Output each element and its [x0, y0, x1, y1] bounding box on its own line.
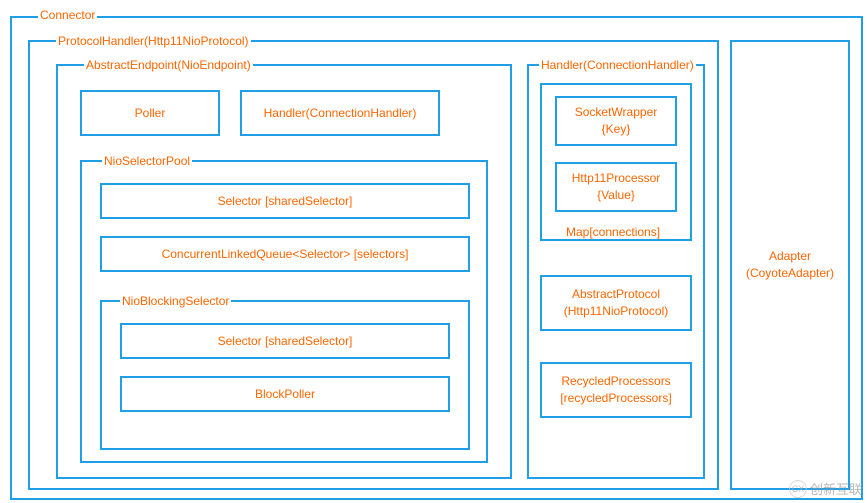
poller-label: Poller	[135, 105, 166, 122]
shared-selector-label-1: Selector [sharedSelector]	[218, 193, 353, 210]
adapter-box: Adapter (CoyoteAdapter)	[730, 40, 850, 490]
endpoint-handler-label: Handler(ConnectionHandler)	[264, 105, 417, 122]
shared-selector-box-1: Selector [sharedSelector]	[100, 183, 470, 219]
map-connections-label: Map[connections]	[566, 225, 660, 239]
recycled-processors-box: RecycledProcessors [recycledProcessors]	[540, 362, 692, 418]
watermark-text: 创新互联	[810, 479, 862, 498]
shared-selector-label-2: Selector [sharedSelector]	[218, 333, 353, 350]
watermark-icon: CX	[789, 480, 807, 498]
concurrent-queue-label: ConcurrentLinkedQueue<Selector> [selecto…	[162, 246, 409, 263]
http11-processor-label: Http11Processor {Value}	[572, 170, 660, 204]
socket-wrapper-label: SocketWrapper {Key}	[575, 104, 657, 138]
abstract-endpoint-label: AbstractEndpoint(NioEndpoint)	[84, 58, 253, 72]
endpoint-handler-box: Handler(ConnectionHandler)	[240, 90, 440, 136]
poller-box: Poller	[80, 90, 220, 136]
nio-selector-pool-label: NioSelectorPool	[102, 154, 192, 168]
nio-blocking-selector-label: NioBlockingSelector	[120, 294, 231, 308]
watermark: CX 创新互联	[789, 479, 862, 498]
socket-wrapper-box: SocketWrapper {Key}	[555, 96, 677, 146]
connector-label: Connector	[38, 8, 97, 22]
recycled-processors-label: RecycledProcessors [recycledProcessors]	[560, 373, 671, 407]
protocol-handler-label: ProtocolHandler(Http11NioProtocol)	[56, 34, 251, 48]
block-poller-label: BlockPoller	[255, 386, 315, 403]
concurrent-queue-box: ConcurrentLinkedQueue<Selector> [selecto…	[100, 236, 470, 272]
connection-handler-label: Handler(ConnectionHandler)	[539, 58, 696, 72]
abstract-protocol-box: AbstractProtocol (Http11NioProtocol)	[540, 275, 692, 331]
abstract-protocol-label: AbstractProtocol (Http11NioProtocol)	[564, 286, 668, 320]
shared-selector-box-2: Selector [sharedSelector]	[120, 323, 450, 359]
block-poller-box: BlockPoller	[120, 376, 450, 412]
http11-processor-box: Http11Processor {Value}	[555, 162, 677, 212]
adapter-label: Adapter (CoyoteAdapter)	[746, 248, 834, 282]
